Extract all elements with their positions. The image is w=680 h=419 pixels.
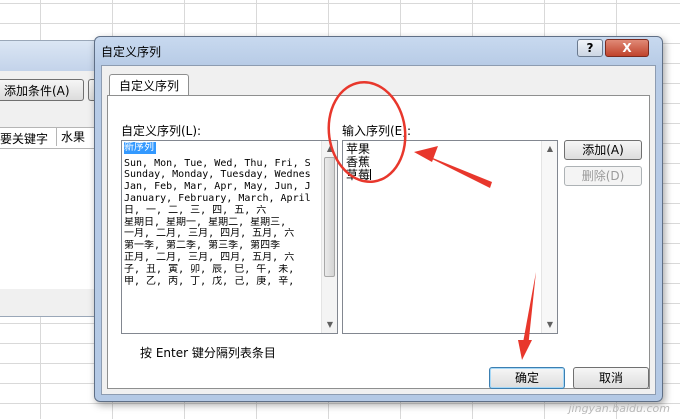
list-item[interactable]: Sun, Mon, Tue, Wed, Thu, Fri, S	[124, 158, 322, 170]
selected-list-item: 新序列	[124, 142, 156, 154]
entry-line-text: 草莓	[346, 168, 371, 182]
dialog-client-area: 自定义序列 自定义序列(L): 新序列 Sun, Mon, Tue, Wed, T…	[101, 65, 656, 395]
cancel-button[interactable]: 取消	[573, 367, 649, 389]
list-item[interactable]: 甲, 乙, 丙, 丁, 戊, 己, 庚, 辛,	[124, 276, 322, 288]
entries-scrollbar[interactable]: ▲ ▼	[541, 141, 557, 333]
scroll-up-icon[interactable]: ▲	[543, 142, 557, 156]
dialog-title: 自定义序列	[101, 45, 162, 59]
scroll-down-icon[interactable]: ▼	[543, 318, 557, 332]
list-item[interactable]: 星期日, 星期一, 星期二, 星期三,	[124, 217, 322, 229]
sort-dialog-background: 添加条件(A) 要关键字 水果	[0, 40, 103, 317]
primary-key-label: 要关键字	[0, 132, 49, 146]
list-entries-textarea[interactable]: 苹果 香蕉 草莓 ▲ ▼	[342, 140, 558, 334]
list-entries-text: 苹果 香蕉 草莓	[346, 143, 372, 182]
list-item[interactable]: January, February, March, April	[124, 193, 322, 205]
list-item[interactable]: 一月, 二月, 三月, 四月, 五月, 六	[124, 228, 322, 240]
sort-conditions-area	[0, 149, 102, 289]
entry-line: 草莓	[346, 168, 372, 182]
scroll-up-icon[interactable]: ▲	[323, 142, 337, 156]
text-caret	[370, 169, 372, 180]
list-item[interactable]: Jan, Feb, Mar, Apr, May, Jun, J	[124, 181, 322, 193]
custom-lists-items: 新序列 Sun, Mon, Tue, Wed, Thu, Fri, S Sunday…	[124, 142, 322, 332]
add-condition-button[interactable]: 添加条件(A)	[0, 79, 84, 101]
close-icon[interactable]: X	[605, 39, 649, 57]
hint-text: 按 Enter 键分隔列表条目	[140, 346, 276, 360]
tab-page: 自定义序列(L): 新序列 Sun, Mon, Tue, Wed, Thu, Fr…	[107, 95, 650, 389]
add-button[interactable]: 添加(A)	[564, 140, 642, 160]
list-item[interactable]: 正月, 二月, 三月, 四月, 五月, 六	[124, 252, 322, 264]
list-item[interactable]: Sunday, Monday, Tuesday, Wednes	[124, 169, 322, 181]
scroll-thumb[interactable]	[324, 157, 335, 277]
list-scrollbar[interactable]: ▲ ▼	[321, 141, 337, 333]
list-item[interactable]: 日, 一, 二, 三, 四, 五, 六	[124, 205, 322, 217]
scroll-down-icon[interactable]: ▼	[323, 318, 337, 332]
list-entries-label: 输入序列(E):	[342, 124, 411, 138]
custom-lists-listbox[interactable]: 新序列 Sun, Mon, Tue, Wed, Thu, Fri, S Sunday…	[121, 140, 338, 334]
tab-custom-lists[interactable]: 自定义序列	[109, 74, 189, 96]
delete-button[interactable]: 删除(D)	[564, 166, 642, 186]
help-icon[interactable]: ?	[577, 39, 603, 57]
ok-button[interactable]: 确定	[489, 367, 565, 389]
sort-dialog-titlebar	[0, 41, 102, 71]
list-item[interactable]: 子, 丑, 寅, 卯, 辰, 巳, 午, 未,	[124, 264, 322, 276]
custom-lists-label: 自定义序列(L):	[121, 124, 202, 138]
watermark: jingyan.baidu.com	[568, 402, 670, 415]
custom-lists-dialog: 自定义序列 ? X 自定义序列 自定义序列(L): 新序列 Sun, Mon, T…	[94, 36, 663, 402]
sort-key-row: 要关键字 水果	[0, 127, 102, 149]
list-item[interactable]: 新序列	[124, 142, 322, 158]
list-item[interactable]: 第一季, 第二季, 第三季, 第四季	[124, 240, 322, 252]
